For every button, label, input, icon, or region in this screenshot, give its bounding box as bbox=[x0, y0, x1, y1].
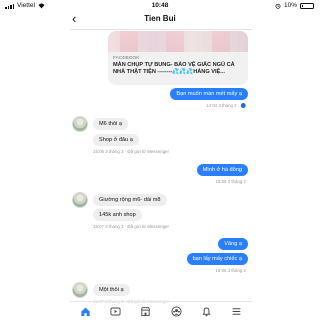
message-timestamp: 15:06 3 tháng 2 bbox=[215, 268, 246, 273]
message-incoming[interactable]: Shop ở đâu ạ bbox=[93, 134, 139, 146]
conversation-header: ‹ Tien Bui bbox=[0, 12, 320, 28]
message-timestamp: 15:07 3 tháng 2 · Đã gửi từ Messenger bbox=[93, 224, 169, 229]
link-thumbnail bbox=[108, 31, 248, 52]
link-title: MÀN CHỤP TỰ BUNG- BẢO VỆ GIẤC NGỦ CẢ NHÀ… bbox=[113, 62, 235, 75]
clock: 10:48 bbox=[151, 2, 169, 9]
watch-icon bbox=[110, 307, 121, 316]
avatar[interactable] bbox=[72, 282, 88, 298]
home-icon bbox=[81, 307, 90, 317]
battery-icon bbox=[300, 2, 314, 9]
menu-icon bbox=[232, 308, 241, 315]
message-incoming[interactable]: Một thôi ạ bbox=[93, 284, 130, 296]
status-bar: Viettel 10:48 10% bbox=[0, 0, 320, 11]
message-incoming[interactable]: M6 thôi ạ bbox=[93, 118, 129, 130]
alarm-icon bbox=[275, 3, 281, 9]
marketplace-icon bbox=[141, 307, 151, 317]
tab-groups[interactable] bbox=[167, 304, 185, 320]
contact-name: Tien Bui bbox=[144, 14, 176, 23]
tab-menu[interactable] bbox=[228, 304, 246, 320]
avatar[interactable] bbox=[72, 116, 88, 132]
groups-icon bbox=[171, 306, 182, 317]
shared-link-card[interactable]: FACEBOOK MÀN CHỤP TỰ BUNG- BẢO VỆ GIẤC N… bbox=[108, 31, 248, 85]
status-right: 10% bbox=[275, 2, 314, 9]
message-incoming[interactable]: 145k anh shop bbox=[93, 209, 142, 221]
avatar[interactable] bbox=[72, 192, 88, 208]
message-outgoing[interactable]: Bạn muốn màn mét mấy ạ bbox=[170, 88, 248, 100]
message-timestamp: 15:05 3 tháng 2 · Đã gửi từ Messenger bbox=[93, 149, 169, 154]
header-divider bbox=[70, 29, 252, 30]
battery-percent: 10% bbox=[283, 2, 297, 9]
message-outgoing[interactable]: Mình ở hà đông bbox=[196, 164, 248, 176]
message-outgoing[interactable]: Vâng ạ bbox=[218, 238, 248, 250]
message-outgoing[interactable]: bạn lấy mấy chiếc ạ bbox=[186, 253, 248, 265]
tab-notifications[interactable] bbox=[197, 304, 215, 320]
tab-home[interactable] bbox=[76, 304, 94, 320]
tab-watch[interactable] bbox=[106, 304, 124, 320]
message-timestamp: 15:06 3 tháng 2 bbox=[215, 179, 246, 184]
message-incoming[interactable]: Giường rộng m6- dài m8 bbox=[93, 194, 167, 206]
tab-marketplace[interactable] bbox=[137, 304, 155, 320]
message-timestamp: 14:04 3 tháng 2 · 🔵 bbox=[206, 103, 246, 108]
link-source: FACEBOOK bbox=[113, 56, 140, 61]
bottom-tab-bar bbox=[70, 301, 252, 321]
bell-icon bbox=[202, 307, 211, 317]
